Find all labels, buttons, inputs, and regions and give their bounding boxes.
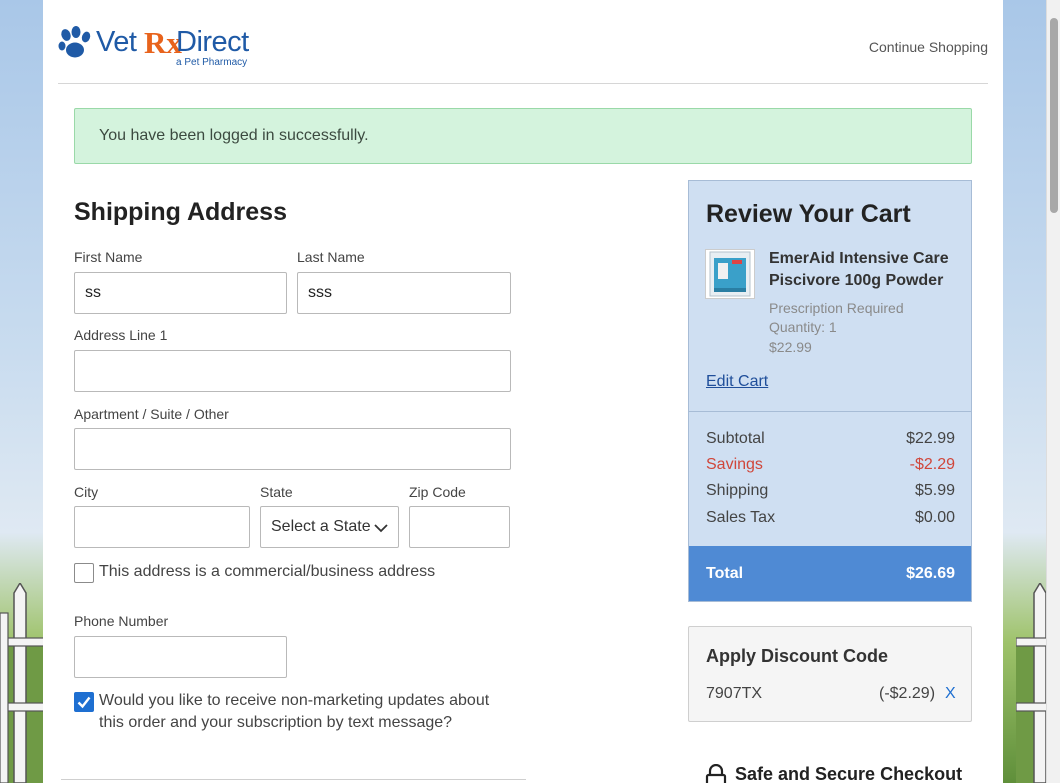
savings-row: Savings -$2.29 [706, 456, 955, 474]
commercial-address-label: This address is a commercial/business ad… [99, 563, 436, 580]
lock-icon [705, 764, 727, 783]
sms-updates-checkbox[interactable] [74, 692, 94, 712]
last-name-input[interactable] [297, 272, 511, 314]
chevron-down-icon [374, 521, 388, 535]
city-input[interactable] [74, 506, 250, 548]
commercial-address-checkbox[interactable] [74, 563, 94, 583]
sales-tax-label: Sales Tax [706, 509, 776, 526]
total-row: Total $26.69 [689, 546, 971, 601]
scrollbar-thumb[interactable] [1050, 18, 1058, 213]
remove-discount-button[interactable]: X [945, 685, 956, 703]
shipping-label: Shipping [706, 482, 769, 499]
prescription-required-text: Prescription Required [769, 300, 904, 316]
logo-direct-text: Direct [176, 26, 249, 58]
total-value: $26.69 [906, 565, 955, 582]
zip-code-label: Zip Code [409, 484, 466, 500]
first-name-label: First Name [74, 249, 143, 265]
product-quantity: Quantity: 1 [769, 319, 837, 335]
sales-tax-row: Sales Tax $0.00 [706, 509, 955, 527]
form-divider [61, 779, 526, 780]
review-cart-panel: Review Your Cart EmerAid Intensive Care … [688, 180, 972, 602]
address-line1-input[interactable] [74, 350, 511, 392]
state-select-value: Select a State [271, 518, 371, 535]
sms-updates-label-line1: Would you like to receive non-marketing … [99, 692, 490, 709]
zip-code-input[interactable] [409, 506, 510, 548]
apartment-input[interactable] [74, 428, 511, 470]
state-select[interactable]: Select a State [260, 506, 399, 548]
discount-amount: (-$2.29) [879, 685, 936, 702]
state-label: State [260, 484, 293, 500]
continue-shopping-link[interactable]: Continue Shopping [869, 39, 988, 55]
discount-code-title: Apply Discount Code [706, 646, 889, 666]
phone-number-input[interactable] [74, 636, 287, 678]
savings-value: -$2.29 [909, 456, 955, 473]
subtotal-value: $22.99 [906, 430, 955, 447]
savings-label: Savings [706, 456, 763, 473]
paw-icon [58, 26, 91, 58]
logo-tagline: a Pet Pharmacy [176, 57, 248, 68]
review-cart-title: Review Your Cart [706, 200, 911, 228]
shipping-address-title: Shipping Address [74, 198, 287, 226]
product-price: $22.99 [769, 339, 812, 355]
last-name-label: Last Name [297, 249, 365, 265]
checkout-page: Vet Rx Direct a Pet Pharmacy Continue Sh… [43, 0, 1003, 783]
logo-vet-text: Vet [96, 26, 137, 58]
address-line1-label: Address Line 1 [74, 327, 168, 343]
site-header: Vet Rx Direct a Pet Pharmacy Continue Sh… [58, 0, 988, 84]
checkmark-icon [77, 696, 91, 709]
shipping-value: $5.99 [914, 482, 955, 499]
phone-number-label: Phone Number [74, 613, 169, 629]
subtotal-label: Subtotal [706, 430, 765, 447]
secure-checkout-label: Safe and Secure Checkout [735, 764, 963, 783]
subtotal-row: Subtotal $22.99 [706, 430, 955, 448]
apartment-label: Apartment / Suite / Other [74, 406, 229, 422]
discount-code-panel: Apply Discount Code 7907TX (-$2.29) X [688, 626, 972, 722]
login-success-alert: You have been logged in successfully. [74, 108, 972, 164]
first-name-input[interactable] [74, 272, 287, 314]
city-label: City [74, 484, 99, 500]
shipping-row: Shipping $5.99 [706, 482, 955, 500]
secure-checkout: Safe and Secure Checkout [705, 764, 962, 783]
vetrxdirect-logo[interactable]: Vet Rx Direct a Pet Pharmacy [58, 25, 266, 70]
total-label: Total [706, 565, 744, 582]
page-scrollbar[interactable] [1046, 0, 1060, 783]
product-thumbnail [705, 249, 755, 299]
sales-tax-value: $0.00 [914, 509, 955, 526]
discount-code: 7907TX [706, 685, 763, 702]
cart-divider [689, 411, 971, 412]
sms-updates-label-line2: this order and your subscription by text… [99, 714, 453, 731]
fence-decoration-left [0, 583, 44, 783]
product-name: EmerAid Intensive Care Piscivore 100g Po… [769, 250, 949, 289]
edit-cart-link[interactable]: Edit Cart [706, 373, 768, 391]
